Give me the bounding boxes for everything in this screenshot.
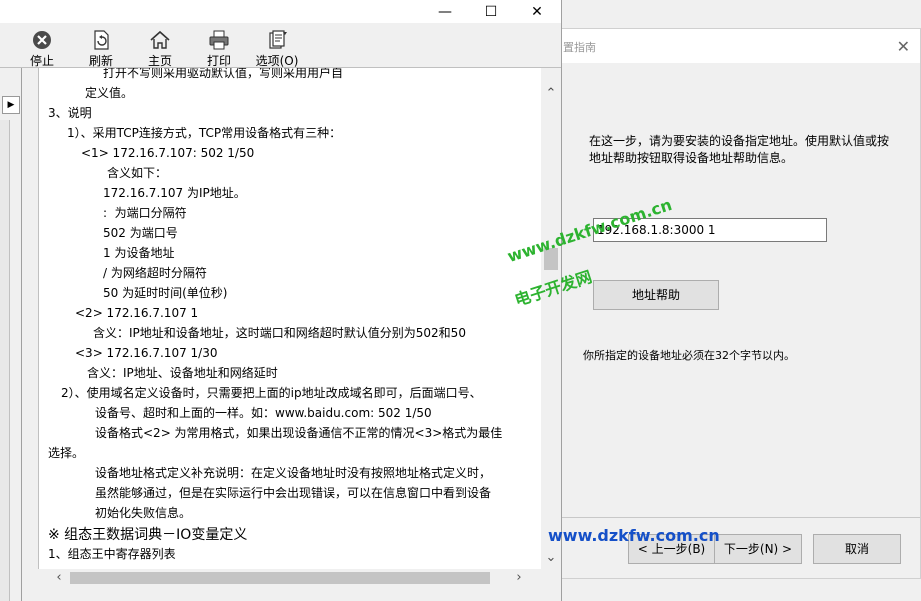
content-line: <1> 172.16.7.107: 502 1/50	[81, 146, 255, 160]
content-line: 2）、使用域名定义设备时，只需要把上面的ip地址改成域名即可，后面端口号、	[61, 386, 482, 400]
content-line: 含义如下：	[107, 166, 168, 180]
stop-label: 停止	[29, 54, 54, 68]
watermark-url-blue: www.dzkfw.com.cn	[548, 526, 720, 545]
wizard-titlebar: 置指南 ✕	[561, 29, 920, 63]
content-line: 含义：IP地址、设备地址和网络延时	[87, 366, 278, 380]
content-line: 定义值。	[85, 86, 134, 100]
home-label: 主页	[147, 54, 172, 68]
refresh-label: 刷新	[88, 54, 113, 68]
home-button[interactable]: 主页	[135, 29, 185, 68]
next-button[interactable]: 下一步(N) >	[714, 534, 802, 564]
wizard-close-icon[interactable]: ✕	[897, 37, 910, 56]
scroll-right-icon[interactable]: ›	[510, 569, 528, 587]
print-label: 打印	[206, 54, 231, 68]
scroll-down-icon[interactable]: ⌄	[541, 548, 561, 568]
minimize-icon[interactable]: —	[430, 2, 460, 22]
expand-arrow-icon[interactable]: ▶	[2, 96, 20, 114]
content-line: 含义：IP地址和设备地址，这时端口和网络超时默认值分别为502和50	[93, 326, 466, 340]
content-line: <3> 172.16.7.107 1/30	[75, 346, 218, 360]
cancel-button[interactable]: 取消	[813, 534, 901, 564]
stop-icon	[33, 31, 51, 49]
maximize-icon[interactable]: ☐	[476, 2, 506, 22]
scroll-up-icon[interactable]: ⌃	[541, 84, 561, 104]
help-content-area: 打开不写则采用驱动默认值，写则采用用户自 定义值。 3、说明 1）、采用TCP连…	[38, 68, 541, 569]
content-line: <2> 172.16.7.107 1	[75, 306, 199, 320]
stop-button[interactable]: 停止	[17, 29, 67, 68]
content-line: 选择。	[48, 446, 85, 460]
content-line: 设备格式<2> 为常用格式，如果出现设备通信不正常的情况<3>格式为最佳	[95, 426, 503, 440]
help-contents-pane: ▶	[0, 68, 22, 601]
content-line: 1 为设备地址	[103, 246, 175, 260]
content-line: 设备地址格式定义补充说明：在定义设备地址时没有按照地址格式定义时，	[95, 466, 492, 480]
refresh-button[interactable]: 刷新	[76, 29, 126, 68]
content-horizontal-scrollbar[interactable]: ‹ ›	[38, 569, 541, 587]
content-line: / 为网络超时分隔符	[103, 266, 207, 280]
content-vertical-scrollbar[interactable]: ⌃ ⌄	[541, 68, 561, 569]
wizard-divider	[561, 517, 920, 518]
options-button[interactable]: 选项(O)	[252, 29, 302, 68]
content-line: : 为端口分隔符	[103, 206, 187, 220]
home-icon	[150, 30, 170, 49]
content-line: 打开不写则采用驱动默认值，写则采用用户自	[103, 68, 344, 80]
scroll-left-icon[interactable]: ‹	[50, 569, 68, 587]
address-help-button[interactable]: 地址帮助	[593, 280, 719, 310]
wizard-title: 置指南	[563, 41, 596, 54]
content-line: 50 为延时时间(单位秒)	[103, 286, 228, 300]
content-line: 502 为端口号	[103, 226, 178, 240]
wizard-address-note: 你所指定的设备地址必须在32个字节以内。	[583, 349, 795, 362]
help-titlebar: — ☐ ✕	[0, 0, 561, 23]
print-icon	[209, 30, 229, 50]
options-label: 选项(O)	[255, 54, 299, 68]
horizontal-scroll-thumb[interactable]	[70, 572, 490, 584]
print-button[interactable]: 打印	[194, 29, 244, 68]
content-line: 3、说明	[48, 106, 92, 120]
refresh-icon	[94, 30, 109, 50]
close-icon[interactable]: ✕	[522, 2, 552, 22]
content-line: 设备号、超时和上面的一样。如：www.baidu.com: 502 1/50	[95, 406, 432, 420]
content-line: 1、组态王中寄存器列表	[48, 547, 176, 561]
content-line: 172.16.7.107 为IP地址。	[103, 186, 246, 200]
content-line: 初始化失败信息。	[95, 506, 192, 520]
section-heading: ※ 组态王数据词典－IO变量定义	[48, 527, 248, 543]
options-icon	[269, 30, 287, 49]
content-line: 虽然能够通过，但是在实际运行中会出现错误，可以在信息窗口中看到设备	[95, 486, 492, 500]
wizard-description: 在这一步，请为要安装的设备指定地址。使用默认值或按地址帮助按钮取得设备地址帮助信…	[589, 134, 890, 165]
content-line: 1）、采用TCP连接方式，TCP常用设备格式有三种：	[67, 126, 342, 140]
contents-scrollbar[interactable]	[0, 120, 10, 601]
help-window: — ☐ ✕ 停止 刷新 主页 打印 选项(O) ▶ 打开不写则采用驱动默认值，写…	[0, 0, 562, 601]
desktop: 置指南 ✕ 在这一步，请为要安装的设备指定地址。使用默认值或按地址帮助按钮取得设…	[0, 0, 921, 601]
help-toolbar: 停止 刷新 主页 打印 选项(O)	[0, 23, 561, 68]
device-config-wizard: 置指南 ✕ 在这一步，请为要安装的设备指定地址。使用默认值或按地址帮助按钮取得设…	[560, 28, 921, 579]
